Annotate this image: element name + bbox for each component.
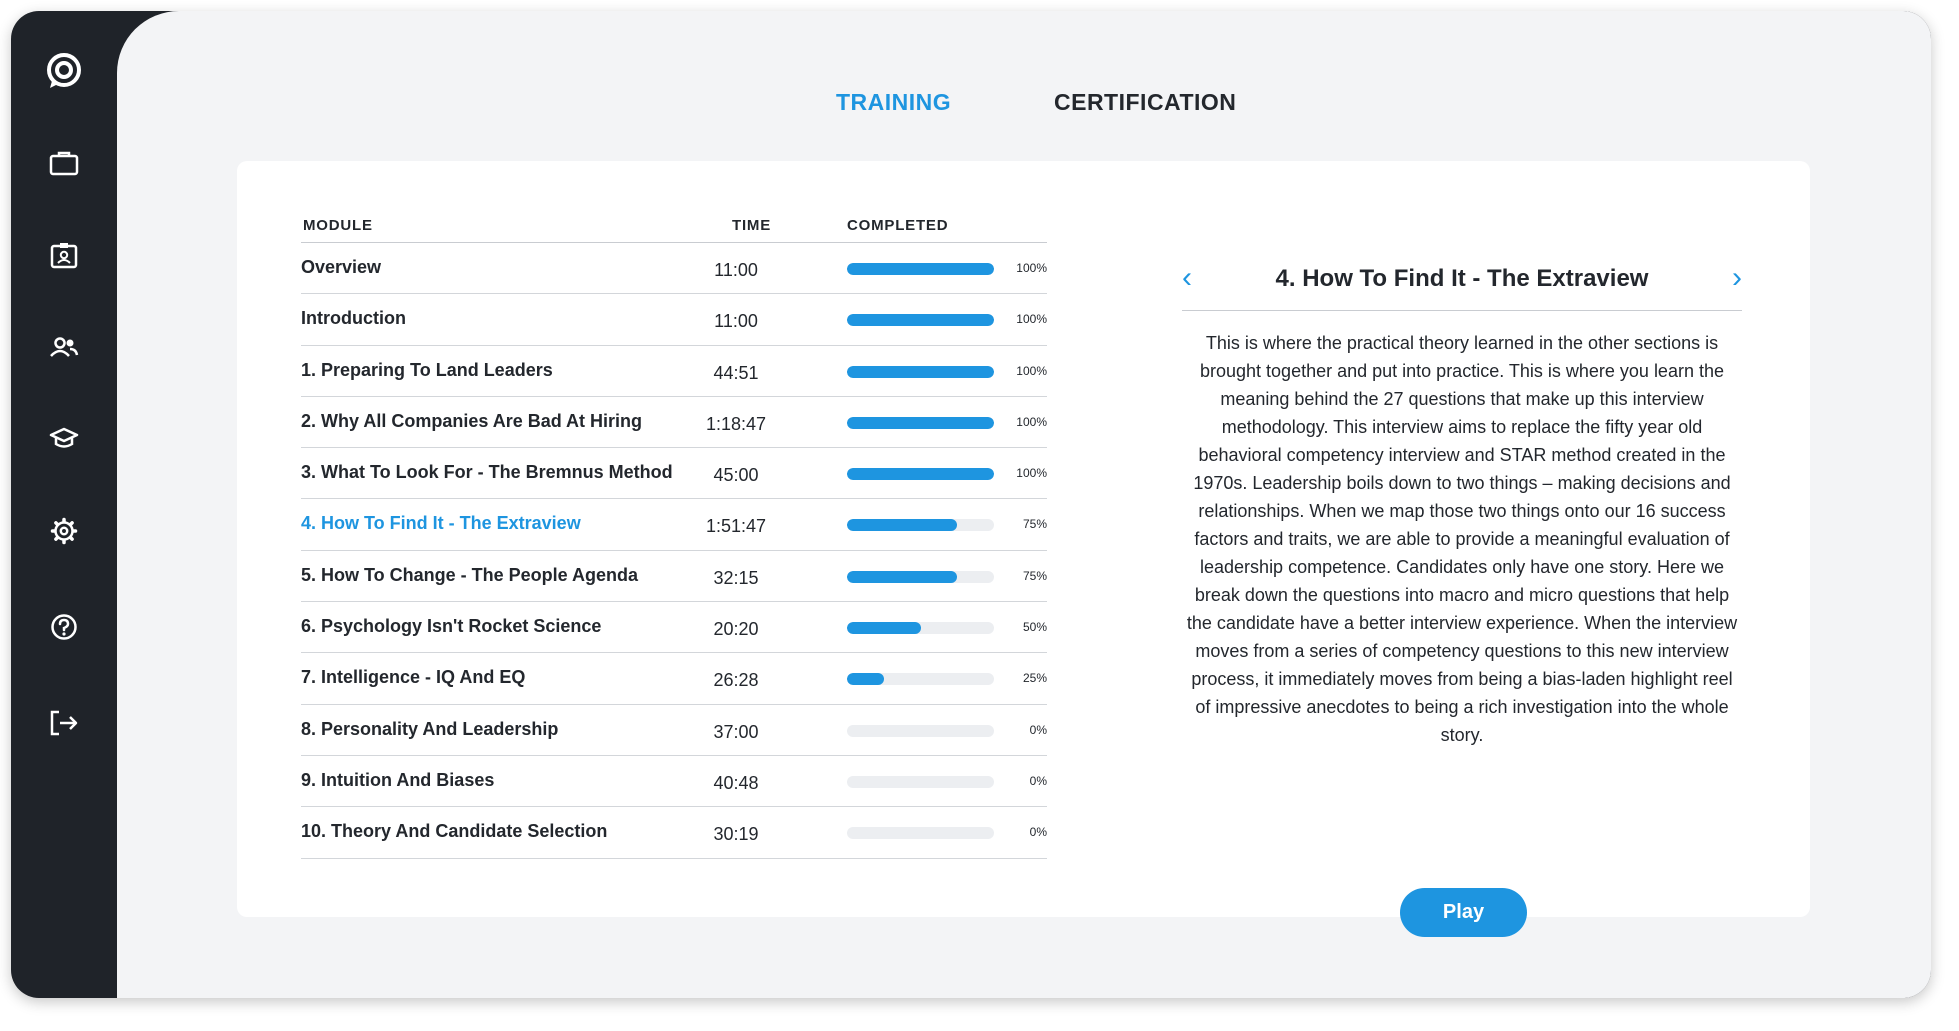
module-name: 7. Intelligence - IQ And EQ: [301, 667, 526, 688]
module-name: 2. Why All Companies Are Bad At Hiring: [301, 410, 643, 431]
module-time: 30:19: [713, 824, 759, 845]
progress-fill: [847, 365, 994, 378]
module-table: MODULE TIME COMPLETED Overview 11:00 100% I…: [301, 207, 1047, 859]
progress-track: [847, 365, 994, 378]
main-content: TRAINING CERTIFICATION MODULE TIME COMPL…: [117, 11, 1931, 998]
module-name: Overview: [301, 257, 382, 277]
module-name: 1. Preparing To Land Leaders: [301, 359, 553, 380]
table-row[interactable]: Overview 11:00 100%: [301, 243, 1047, 295]
gear-icon[interactable]: [44, 511, 84, 551]
progress-track: [847, 724, 994, 737]
progress-fill: [847, 622, 921, 635]
progress-track: [847, 673, 994, 686]
progress-track: [847, 468, 994, 481]
header-completed: COMPLETED: [847, 217, 949, 234]
table-row[interactable]: 4. How To Find It - The Extraview 1:51:47…: [301, 499, 1047, 551]
module-time: 37:00: [713, 721, 759, 742]
module-time: 1:18:47: [705, 413, 767, 434]
briefcase-icon[interactable]: [44, 143, 84, 183]
progress-track: [847, 519, 994, 532]
progress-track: [847, 416, 994, 429]
table-row[interactable]: 1. Preparing To Land Leaders 44:51 100%: [301, 346, 1047, 397]
progress-percent: 100%: [1016, 312, 1047, 327]
module-time: 45:00: [713, 465, 759, 486]
table-row[interactable]: 3. What To Look For - The Bremnus Method…: [301, 448, 1047, 500]
id-card-icon[interactable]: [44, 235, 84, 275]
next-module-arrow[interactable]: ›: [1732, 263, 1742, 293]
progress-percent: 75%: [1022, 568, 1047, 583]
progress-percent: 50%: [1022, 620, 1047, 635]
progress-percent: 100%: [1016, 261, 1047, 275]
progress-percent: 0%: [1029, 825, 1047, 840]
progress-fill: [847, 416, 994, 429]
header-module: MODULE: [303, 217, 373, 234]
progress-fill: [847, 519, 958, 532]
header-time: TIME: [732, 217, 772, 234]
logout-icon[interactable]: [44, 703, 84, 743]
table-row[interactable]: 9. Intuition And Biases 40:48 0%: [301, 756, 1047, 808]
progress-track: [847, 827, 994, 840]
module-name: 3. What To Look For - The Bremnus Method: [301, 462, 673, 483]
module-time: 32:15: [713, 567, 759, 588]
progress-percent: 75%: [1022, 517, 1047, 532]
training-card: MODULE TIME COMPLETED Overview 11:00 100% I…: [237, 161, 1810, 937]
table-row[interactable]: 10. Theory And Candidate Selection 30:19 0…: [301, 807, 1047, 859]
progress-percent: 100%: [1016, 466, 1047, 481]
module-name: 8. Personality And Leadership: [301, 718, 559, 739]
progress-fill: [847, 570, 958, 583]
sidebar: [11, 11, 117, 998]
table-row[interactable]: 2. Why All Companies Are Bad At Hiring 1:…: [301, 397, 1047, 449]
table-row[interactable]: 5. How To Change - The People Agenda 32:1…: [301, 551, 1047, 603]
module-time: 40:48: [713, 772, 759, 793]
users-icon[interactable]: [44, 327, 84, 367]
detail-description: This is where the practical theory learn…: [1186, 333, 1738, 745]
progress-fill: [847, 673, 884, 686]
progress-fill: [847, 263, 994, 275]
module-name: Introduction: [301, 308, 406, 329]
module-time: 11:00: [714, 311, 758, 332]
module-name: 4. How To Find It - The Extraview: [301, 513, 581, 534]
progress-track: [847, 775, 994, 788]
table-row[interactable]: 7. Intelligence - IQ And EQ 26:28 25%: [301, 653, 1047, 705]
module-time: 11:00: [714, 260, 758, 280]
module-name: 5. How To Change - The People Agenda: [301, 564, 639, 585]
progress-percent: 0%: [1029, 773, 1047, 788]
module-time: 26:28: [713, 670, 759, 691]
table-row[interactable]: 8. Personality And Leadership 37:00 0%: [301, 705, 1047, 756]
tab-certification[interactable]: CERTIFICATION: [1054, 89, 1236, 116]
progress-fill: [847, 468, 994, 481]
progress-percent: 25%: [1022, 671, 1047, 686]
tab-training[interactable]: TRAINING: [836, 89, 951, 116]
graduation-cap-icon[interactable]: [44, 419, 84, 459]
module-time: 44:51: [713, 362, 759, 383]
module-time: 1:51:47: [705, 516, 767, 537]
prev-module-arrow[interactable]: ‹: [1182, 263, 1192, 293]
help-icon[interactable]: [44, 607, 84, 647]
progress-track: [847, 570, 994, 583]
progress-percent: 100%: [1016, 363, 1047, 378]
table-header: MODULE TIME COMPLETED: [301, 207, 1047, 243]
table-row[interactable]: Introduction 11:00 100%: [301, 294, 1047, 346]
progress-percent: 100%: [1016, 414, 1047, 429]
table-row[interactable]: 6. Psychology Isn't Rocket Science 20:20 5…: [301, 602, 1047, 654]
app-window: TRAINING CERTIFICATION MODULE TIME COMPL…: [11, 11, 1931, 998]
progress-track: [847, 314, 994, 327]
module-name: 6. Psychology Isn't Rocket Science: [301, 616, 602, 637]
detail-title: 4. How To Find It - The Extraview: [1182, 261, 1742, 311]
progress-track: [847, 622, 994, 635]
module-detail: ‹ › 4. How To Find It - The Extraview Th…: [1182, 261, 1742, 937]
module-time: 20:20: [713, 619, 759, 640]
module-name: 9. Intuition And Biases: [301, 769, 495, 790]
table-body: Overview 11:00 100% Introduction 11:00 100% 1.…: [301, 243, 1047, 859]
chat-logo-icon[interactable]: [44, 51, 84, 91]
progress-percent: 0%: [1029, 722, 1047, 737]
progress-fill: [847, 314, 994, 327]
play-button[interactable]: Play: [1400, 888, 1527, 937]
progress-track: [847, 263, 994, 275]
module-name: 10. Theory And Candidate Selection: [301, 821, 608, 842]
